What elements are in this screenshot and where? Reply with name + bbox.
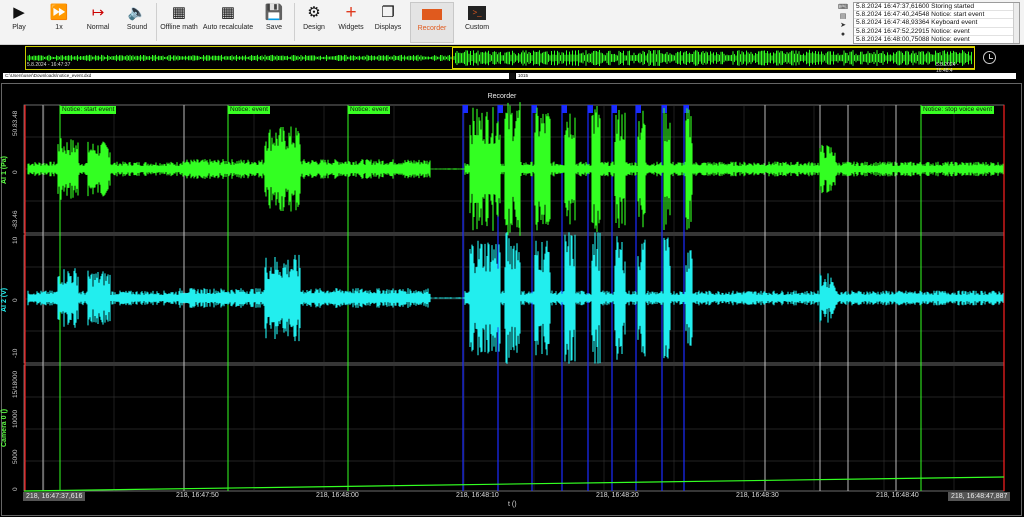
x-tick-label: 218, 16:48:30	[736, 492, 779, 499]
y-tick-label: 0	[12, 487, 19, 491]
voice-event-flag	[498, 105, 503, 113]
y-tick-label: -10	[12, 348, 19, 358]
event-marker-label[interactable]: Notice: event	[348, 106, 390, 114]
x-end-time: 218, 16:48:47,887	[948, 492, 1011, 501]
y-tick-label: 15/18000	[12, 370, 19, 398]
x-tick-label: 218, 16:48:00	[316, 492, 359, 499]
ai2-waveform	[27, 232, 1004, 364]
y-tick-label: 10000	[12, 409, 19, 428]
x-tick-label: 218, 16:47:50	[176, 492, 219, 499]
voice-event-flag	[562, 105, 567, 113]
dewesoft-app: ▶ Play ⏩ 1x ↦ Normal 🔈 Sound ▦ Offline m…	[0, 0, 1024, 517]
recorder-plot[interactable]	[0, 0, 1024, 517]
y-tick-label: 5000	[12, 449, 19, 464]
event-marker-label[interactable]: Notice: stop voice event	[921, 106, 995, 114]
x-axis-label: t ()	[508, 501, 517, 508]
ai1-waveform	[27, 102, 1004, 236]
voice-event-flag	[463, 105, 468, 113]
y-tick-label: -83.46	[12, 210, 19, 229]
channel-panel-camera	[23, 364, 1005, 492]
channel-label-camera[interactable]: Camera 0 ()	[1, 409, 8, 447]
y-tick-label: 0	[12, 170, 19, 174]
channel-label-ai2[interactable]: AI 2 (V)	[1, 288, 8, 312]
channel-label-ai1[interactable]: AI 1 (Pa)	[1, 156, 8, 184]
event-marker-label[interactable]: Notice: start event	[60, 106, 117, 114]
voice-event-flag	[532, 105, 537, 113]
x-tick-label: 218, 16:48:40	[876, 492, 919, 499]
x-tick-label: 218, 16:48:20	[596, 492, 639, 499]
y-tick-label: 10	[12, 236, 19, 244]
voice-event-flag	[636, 105, 641, 113]
voice-event-flag	[612, 105, 617, 113]
x-start-time: 218, 16:47:37,616	[23, 492, 86, 501]
camera-counter-line	[23, 476, 1005, 492]
event-marker-label[interactable]: Notice: event	[228, 106, 270, 114]
y-tick-label: 0	[12, 298, 19, 302]
voice-event-flag	[588, 105, 593, 113]
y-tick-label: 50.83.48	[12, 110, 19, 136]
x-tick-label: 218, 16:48:10	[456, 492, 499, 499]
